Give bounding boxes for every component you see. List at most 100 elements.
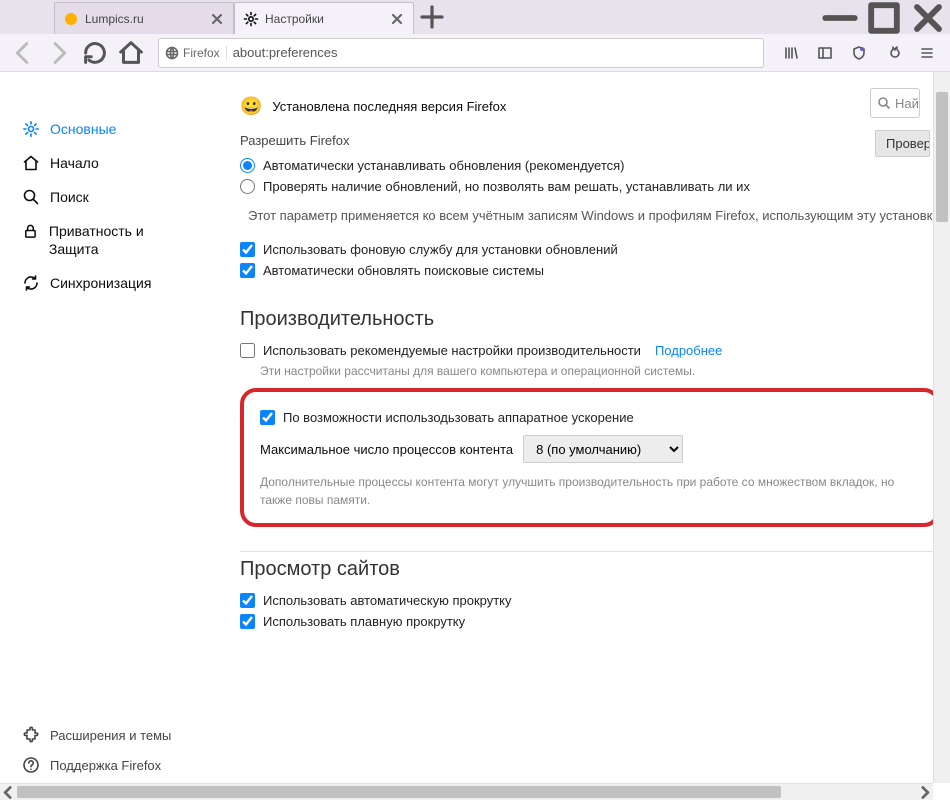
performance-highlight: По возможности использодьзовать аппаратн… [240, 388, 940, 527]
checkbox-label: По возможности использодьзовать аппаратн… [283, 410, 634, 425]
tab-strip: Lumpics.ru Настройки [0, 0, 446, 34]
sidebar-item-label: Поиск [50, 189, 89, 205]
scroll-left-arrow[interactable] [0, 784, 17, 800]
update-radio-manual[interactable]: Проверять наличие обновлений, но позволя… [240, 179, 950, 194]
home-button[interactable] [116, 38, 146, 68]
back-button[interactable] [8, 38, 38, 68]
radio-input[interactable] [240, 179, 255, 194]
tab-lumpics[interactable]: Lumpics.ru [54, 2, 234, 34]
hw-accel-checkbox[interactable]: По возможности использодьзовать аппаратн… [260, 410, 920, 425]
identity-box[interactable]: Firefox [165, 46, 227, 60]
close-button[interactable] [906, 2, 950, 34]
horizontal-scrollbar[interactable] [0, 783, 933, 800]
lock-icon [22, 222, 39, 240]
sync-icon [22, 274, 40, 292]
tab-close-icon[interactable] [389, 11, 405, 27]
process-count-select[interactable]: 8 (по умолчанию) [523, 435, 683, 463]
scrollbar-thumb[interactable] [936, 92, 948, 222]
radio-label: Проверять наличие обновлений, но позволя… [263, 179, 750, 194]
reload-button[interactable] [80, 38, 110, 68]
scrollbar-track[interactable] [17, 784, 916, 800]
sidebar-item-label: Приватность и Защита [49, 222, 188, 258]
sidebar-item-privacy[interactable]: Приватность и Защита [10, 214, 200, 266]
vertical-scrollbar[interactable] [933, 72, 950, 783]
performance-heading: Производительность [240, 308, 950, 331]
preferences-search[interactable]: Най [870, 88, 920, 118]
tab-favicon-lumpics [63, 11, 79, 27]
url-text: about:preferences [233, 45, 757, 60]
scrollbar-thumb[interactable] [17, 786, 781, 798]
perf-recommended-checkbox[interactable]: Использовать рекомендуемые настройки про… [240, 343, 950, 358]
tab-title: Настройки [265, 12, 389, 26]
update-radio-auto[interactable]: Автоматически устанавливать обновления (… [240, 158, 950, 173]
puzzle-icon [22, 726, 40, 744]
checkbox-input[interactable] [240, 263, 255, 278]
content-process-row: Максимальное число процессов контента 8 … [260, 435, 920, 463]
update-status-text: Установлена последняя версия Firefox [272, 99, 506, 114]
browsing-heading: Просмотр сайтов [240, 558, 950, 581]
tab-title: Lumpics.ru [85, 12, 209, 26]
sidebar-item-extensions[interactable]: Расширения и темы [10, 720, 200, 750]
sidebar-item-label: Поддержка Firefox [50, 758, 161, 773]
auto-search-checkbox[interactable]: Автоматически обновлять поисковые систем… [240, 263, 950, 278]
sidebar-item-label: Синхронизация [50, 275, 151, 291]
menu-button[interactable] [912, 38, 942, 68]
content-area: Основные Начало Поиск Приватность и Защи… [0, 72, 950, 800]
checkbox-label: Использовать автоматическую прокрутку [263, 593, 512, 608]
sidebar-item-general[interactable]: Основные [10, 112, 200, 146]
perf-recommended-desc: Эти настройки рассчитаны для вашего комп… [260, 364, 950, 378]
flame-icon[interactable] [878, 38, 908, 68]
check-updates-button[interactable]: Провер [875, 130, 930, 157]
identity-label: Firefox [183, 46, 220, 60]
new-tab-button[interactable] [418, 3, 446, 31]
gear-icon [243, 11, 259, 27]
search-placeholder: Най [895, 96, 919, 111]
smile-icon: 😀 [240, 96, 262, 117]
sidebar-item-label: Расширения и темы [50, 728, 171, 743]
sidebar-item-home[interactable]: Начало [10, 146, 200, 180]
checkbox-input[interactable] [240, 614, 255, 629]
checkbox-label: Использовать фоновую службу для установк… [263, 242, 618, 257]
library-button[interactable] [776, 38, 806, 68]
sidebar-toggle-button[interactable] [810, 38, 840, 68]
shield-icon[interactable] [844, 38, 874, 68]
checkbox-label: Использовать плавную прокрутку [263, 614, 465, 629]
maximize-button[interactable] [862, 2, 906, 34]
radio-input[interactable] [240, 158, 255, 173]
forward-button[interactable] [44, 38, 74, 68]
sidebar-item-search[interactable]: Поиск [10, 180, 200, 214]
gear-icon [22, 120, 40, 138]
checkbox-input[interactable] [240, 593, 255, 608]
smoothscroll-checkbox[interactable]: Использовать плавную прокрутку [240, 614, 950, 629]
minimize-button[interactable] [818, 2, 862, 34]
window-titlebar: Lumpics.ru Настройки [0, 0, 950, 34]
bg-service-checkbox[interactable]: Использовать фоновую службу для установк… [240, 242, 950, 257]
learn-more-link[interactable]: Подробнее [655, 343, 722, 358]
home-icon [22, 154, 40, 172]
process-count-label: Максимальное число процессов контента [260, 442, 513, 457]
checkbox-label: Автоматически обновлять поисковые систем… [263, 263, 544, 278]
sidebar-item-sync[interactable]: Синхронизация [10, 266, 200, 300]
radio-label: Автоматически устанавливать обновления (… [263, 158, 625, 173]
sidebar-item-label: Основные [50, 121, 116, 137]
toolbar-right [776, 38, 942, 68]
navigation-bar: Firefox about:preferences [0, 34, 950, 72]
url-bar[interactable]: Firefox about:preferences [158, 38, 764, 68]
checkbox-input[interactable] [260, 410, 275, 425]
sidebar-bottom: Расширения и темы Поддержка Firefox [10, 720, 200, 780]
update-info-row: Этот параметр применяется ко всем учётны… [240, 208, 950, 224]
checkbox-input[interactable] [240, 242, 255, 257]
tab-close-icon[interactable] [209, 11, 225, 27]
checkbox-input[interactable] [240, 343, 255, 358]
section-separator [240, 551, 950, 552]
update-info-text: Этот параметр применяется ко всем учётны… [248, 208, 939, 223]
window-controls [818, 2, 950, 34]
sidebar-item-label: Начало [50, 155, 99, 171]
scroll-right-arrow[interactable] [916, 784, 933, 800]
process-desc: Дополнительные процессы контента могут у… [260, 473, 920, 509]
allow-firefox-label: Разрешить Firefox [240, 133, 950, 148]
update-status-row: 😀 Установлена последняя версия Firefox [240, 96, 950, 117]
sidebar-item-support[interactable]: Поддержка Firefox [10, 750, 200, 780]
autoscroll-checkbox[interactable]: Использовать автоматическую прокрутку [240, 593, 950, 608]
tab-settings[interactable]: Настройки [234, 2, 414, 34]
